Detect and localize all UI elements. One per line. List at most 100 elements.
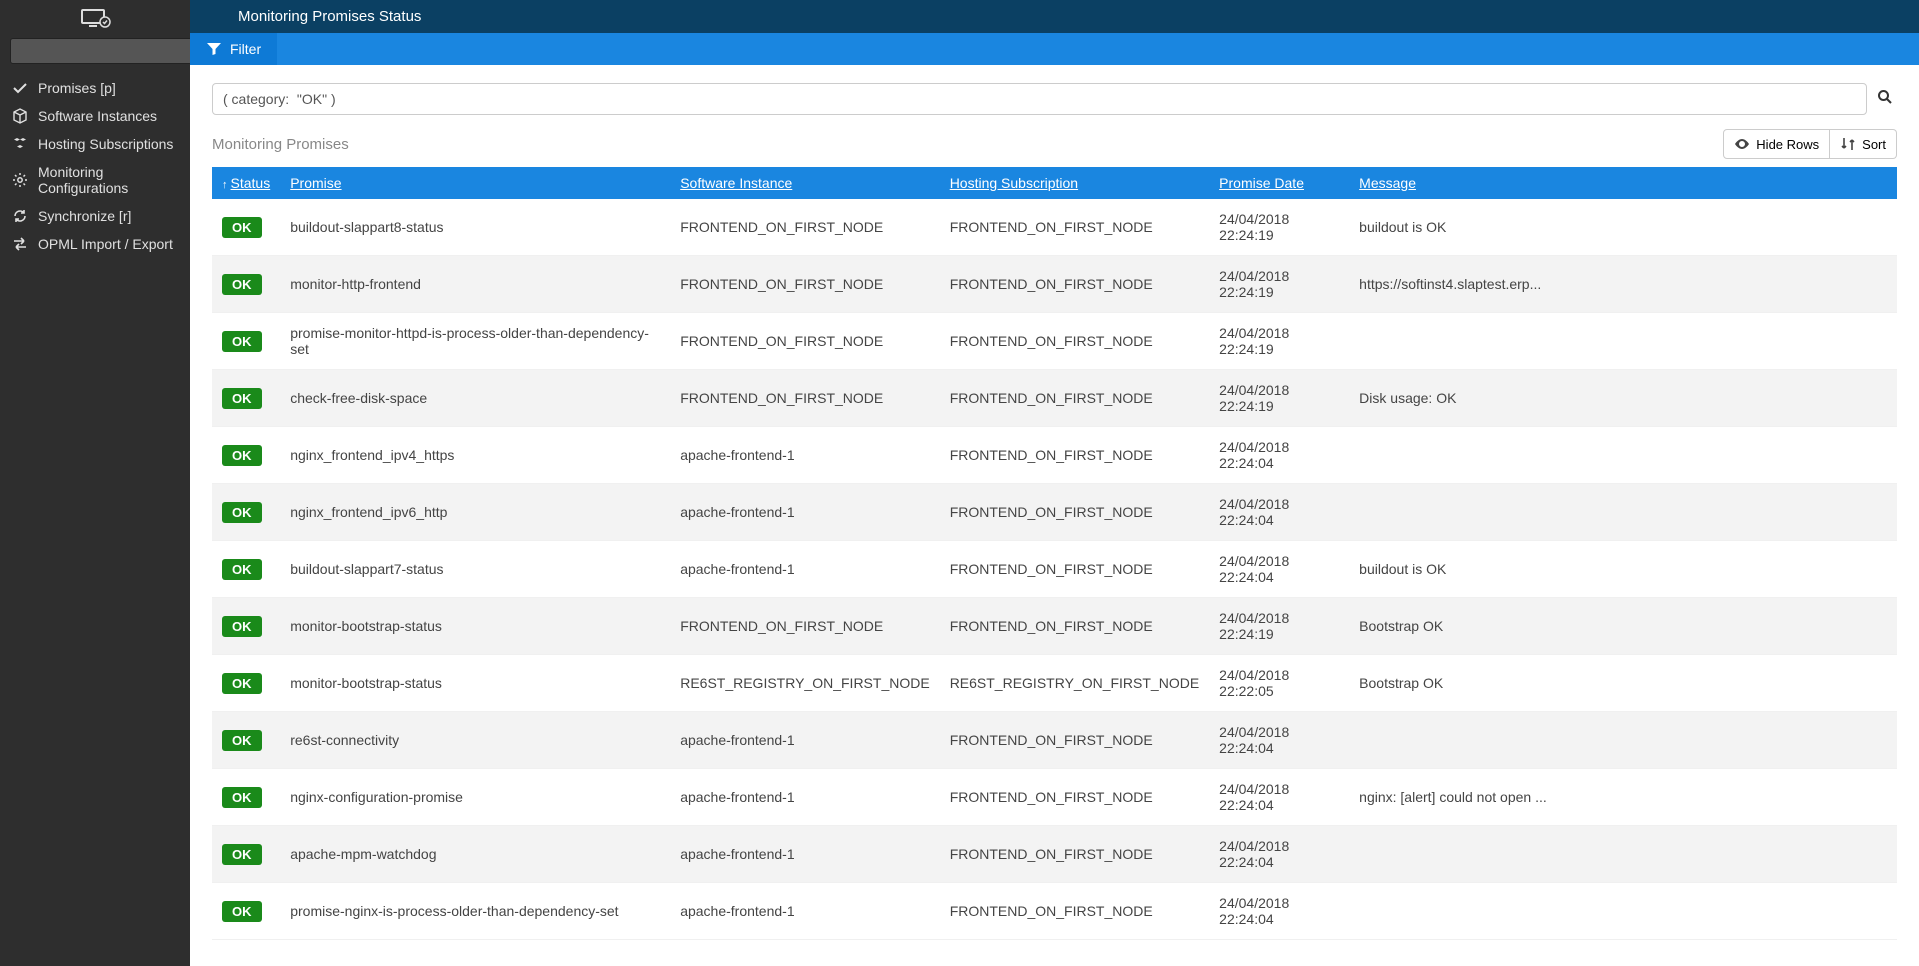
cell-message [1349,427,1897,484]
status-badge: OK [222,445,262,466]
cell-date: 24/04/2018 22:24:04 [1209,712,1349,769]
status-badge: OK [222,673,262,694]
table-row[interactable]: OKmonitor-http-frontendFRONTEND_ON_FIRST… [212,256,1897,313]
filter-icon [206,41,222,57]
cell-hosting: FRONTEND_ON_FIRST_NODE [940,427,1209,484]
cell-hosting: FRONTEND_ON_FIRST_NODE [940,484,1209,541]
cell-date: 24/04/2018 22:24:19 [1209,256,1349,313]
cell-message: https://softinst4.slaptest.erp... [1349,256,1897,313]
cell-instance: FRONTEND_ON_FIRST_NODE [670,598,939,655]
refresh-icon [12,208,28,224]
cell-hosting: FRONTEND_ON_FIRST_NODE [940,883,1209,940]
cell-message [1349,484,1897,541]
col-software-instance[interactable]: Software Instance [670,167,939,199]
query-input[interactable] [212,83,1867,115]
cell-promise: nginx_frontend_ipv6_http [280,484,670,541]
cell-date: 24/04/2018 22:24:19 [1209,370,1349,427]
table-row[interactable]: OKapache-mpm-watchdogapache-frontend-1FR… [212,826,1897,883]
status-badge: OK [222,787,262,808]
sidebar-item-promises-p[interactable]: Promises [p] [0,74,190,102]
cell-promise: buildout-slappart8-status [280,199,670,256]
cell-date: 24/04/2018 22:24:04 [1209,427,1349,484]
cell-instance: FRONTEND_ON_FIRST_NODE [670,313,939,370]
cell-promise: promise-monitor-httpd-is-process-older-t… [280,313,670,370]
sidebar-item-label: Synchronize [r] [38,208,131,224]
col-message[interactable]: Message [1349,167,1897,199]
search-icon [1877,89,1893,105]
table-row[interactable]: OK nginx_frontend_ipv4_httpsapache-fronte… [212,427,1897,484]
page-title: Monitoring Promises Status [238,8,421,25]
sidebar-item-opml-import-export[interactable]: OPML Import / Export [0,230,190,258]
cell-date: 24/04/2018 22:24:19 [1209,199,1349,256]
sort-icon [1840,136,1856,152]
table-row[interactable]: OK promise-monitor-httpd-is-process-older… [212,313,1897,370]
cell-instance: apache-frontend-1 [670,541,939,598]
status-badge: OK [222,331,262,352]
col-status[interactable]: ↑Status [212,167,280,199]
filter-button[interactable]: Filter [190,33,277,65]
table-row[interactable]: OKcheck-free-disk-spaceFRONTEND_ON_FIRST… [212,370,1897,427]
sidebar-item-software-instances[interactable]: Software Instances [0,102,190,130]
cell-hosting: RE6ST_REGISTRY_ON_FIRST_NODE [940,655,1209,712]
promises-table: ↑Status Promise Software Instance Hostin… [212,167,1897,940]
table-row[interactable]: OKbuildout-slappart8-statusFRONTEND_ON_F… [212,199,1897,256]
cell-message [1349,883,1897,940]
cell-promise: apache-mpm-watchdog [280,826,670,883]
table-row[interactable]: OKre6st-connectivityapache-frontend-1FRO… [212,712,1897,769]
sidebar-item-label: OPML Import / Export [38,236,173,252]
table-row[interactable]: OKpromise-nginx-is-process-older-than-de… [212,883,1897,940]
table-row[interactable]: OK buildout-slappart7-statusapache-fronte… [212,541,1897,598]
cell-hosting: FRONTEND_ON_FIRST_NODE [940,769,1209,826]
cell-message: buildout is OK [1349,541,1897,598]
cell-hosting: FRONTEND_ON_FIRST_NODE [940,712,1209,769]
cell-instance: FRONTEND_ON_FIRST_NODE [670,199,939,256]
cell-hosting: FRONTEND_ON_FIRST_NODE [940,256,1209,313]
sidebar-search-input[interactable] [10,38,201,64]
col-promise-date[interactable]: Promise Date [1209,167,1349,199]
status-badge: OK [222,502,262,523]
cell-promise: check-free-disk-space [280,370,670,427]
col-hosting-subscription[interactable]: Hosting Subscription [940,167,1209,199]
cell-promise: promise-nginx-is-process-older-than-depe… [280,883,670,940]
sort-button[interactable]: Sort [1830,129,1897,159]
cell-message: nginx: [alert] could not open ... [1349,769,1897,826]
cell-message: Disk usage: OK [1349,370,1897,427]
cell-promise: buildout-slappart7-status [280,541,670,598]
cell-instance: apache-frontend-1 [670,427,939,484]
col-promise[interactable]: Promise [280,167,670,199]
exchange-icon [12,236,28,252]
table-row[interactable]: OKnginx_frontend_ipv6_httpapache-fronten… [212,484,1897,541]
status-badge: OK [222,559,262,580]
sidebar-item-hosting-subscriptions[interactable]: Hosting Subscriptions [0,130,190,158]
cell-message [1349,313,1897,370]
cell-date: 24/04/2018 22:24:04 [1209,541,1349,598]
cell-message [1349,826,1897,883]
table-row[interactable]: OK monitor-bootstrap-statusFRONTEND_ON_FI… [212,598,1897,655]
cell-promise: monitor-bootstrap-status [280,598,670,655]
page-title-bar: Monitoring Promises Status [190,0,1919,33]
cell-hosting: FRONTEND_ON_FIRST_NODE [940,541,1209,598]
sidebar: Promises [p] Software Instances Hosting Su… [0,0,190,966]
cell-date: 24/04/2018 22:22:05 [1209,655,1349,712]
sidebar-item-synchronize-r[interactable]: Synchronize [r] [0,202,190,230]
cubes-icon [12,136,28,152]
sidebar-item-monitoring-configurations[interactable]: Monitoring Configurations [0,158,190,202]
sidebar-menu: Promises [p] Software Instances Hosting Su… [0,74,190,258]
table-row[interactable]: OKnginx-configuration-promiseapache-fron… [212,769,1897,826]
table-row[interactable]: OKmonitor-bootstrap-statusRE6ST_REGISTRY… [212,655,1897,712]
check-icon [12,80,28,96]
query-search-button[interactable] [1873,83,1897,115]
status-badge: OK [222,616,262,637]
cell-promise: nginx_frontend_ipv4_https [280,427,670,484]
hide-rows-button[interactable]: Hide Rows [1723,129,1830,159]
table-body: OKbuildout-slappart8-statusFRONTEND_ON_F… [212,199,1897,940]
cell-date: 24/04/2018 22:24:19 [1209,598,1349,655]
cell-instance: FRONTEND_ON_FIRST_NODE [670,256,939,313]
status-badge: OK [222,844,262,865]
cell-message [1349,712,1897,769]
listing-title: Monitoring Promises [212,136,349,153]
cell-instance: RE6ST_REGISTRY_ON_FIRST_NODE [670,655,939,712]
cell-promise: monitor-http-frontend [280,256,670,313]
cell-message: buildout is OK [1349,199,1897,256]
sidebar-item-label: Software Instances [38,108,157,124]
